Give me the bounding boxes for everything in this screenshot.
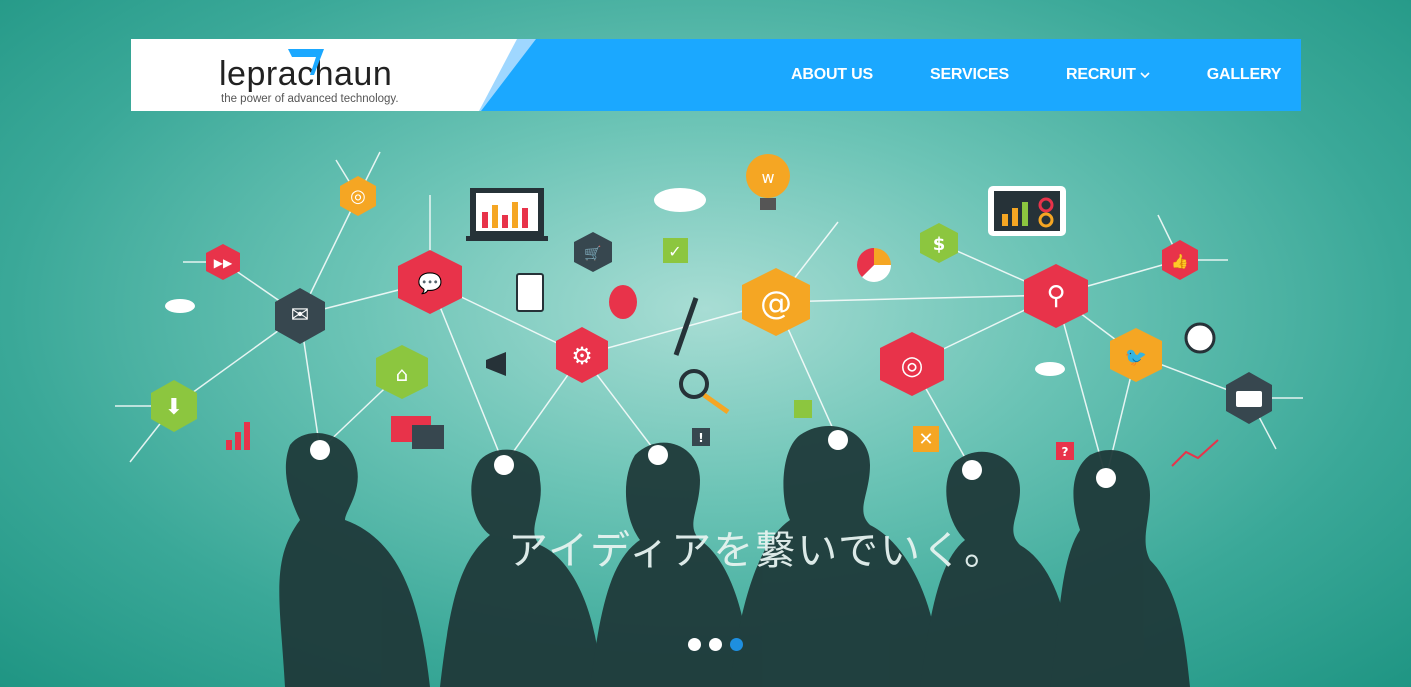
line-chart-icon — [1171, 439, 1219, 467]
svg-text:⌂: ⌂ — [396, 362, 409, 386]
svg-text:🛒: 🛒 — [584, 245, 601, 262]
signal-icon — [226, 422, 250, 450]
lightbulb-icon: w — [746, 154, 790, 210]
svg-text:🐦: 🐦 — [1125, 347, 1147, 368]
nav-services[interactable]: SERVICES — [930, 66, 1009, 84]
pen-icon — [673, 297, 699, 356]
svg-text:⚲: ⚲ — [1046, 281, 1065, 311]
balloon-icon — [609, 285, 637, 319]
svg-text:◎: ◎ — [901, 351, 924, 381]
svg-text:!: ! — [698, 431, 703, 445]
star-icon — [794, 400, 812, 418]
svg-text:⚙: ⚙ — [571, 342, 593, 370]
nav-about-us[interactable]: ABOUT US — [791, 66, 873, 84]
pie-chart-icon — [874, 248, 891, 265]
svg-text:?: ? — [1062, 445, 1069, 459]
svg-text:@: @ — [760, 284, 792, 322]
cloud-icon — [1035, 362, 1065, 376]
nav-recruit-label: RECRUIT — [1066, 66, 1136, 83]
svg-text:⬇: ⬇ — [165, 395, 183, 420]
site-header: leprachaun the power of advanced technol… — [131, 39, 1301, 111]
svg-text:w: w — [761, 168, 774, 187]
svg-text:✕: ✕ — [918, 429, 933, 450]
hero-headline: アイディアを繋いでいく。 — [508, 528, 1006, 574]
network-nodes: ⬇ ✉ ▶▶ ◎ 💬 ⌂ ⚙ 🛒 @ ◎ $ ⚲ 👍 🐦 — [151, 176, 1272, 432]
logo-mark-icon — [288, 49, 324, 75]
slider-dot-2[interactable] — [709, 638, 722, 651]
svg-text:💬: 💬 — [418, 271, 443, 295]
cloud-icon — [165, 299, 195, 313]
nav-gallery-label: GALLERY — [1206, 66, 1282, 83]
brand-tagline: the power of advanced technology. — [221, 93, 399, 105]
clock-icon — [1184, 322, 1216, 354]
slider-dot-1[interactable] — [688, 638, 701, 651]
nav-services-label: SERVICES — [929, 66, 1009, 83]
svg-text:▶▶: ▶▶ — [214, 256, 233, 270]
megaphone-icon — [486, 352, 506, 376]
magnifier-icon — [679, 369, 709, 399]
nav-recruit[interactable]: RECRUIT — [1066, 66, 1150, 84]
clipboard-icon — [516, 273, 544, 312]
nav-about-us-label: ABOUT US — [791, 66, 873, 83]
chevron-down-icon — [1140, 71, 1150, 78]
svg-text:✉: ✉ — [291, 303, 309, 328]
svg-text:◎: ◎ — [350, 186, 366, 207]
slider-pagination — [688, 638, 751, 651]
svg-text:👍: 👍 — [1171, 253, 1188, 270]
cloud-icon — [654, 188, 706, 212]
slider-dot-3[interactable] — [730, 638, 743, 651]
nav-gallery[interactable]: GALLERY — [1206, 66, 1282, 84]
main-nav: ABOUT US SERVICES RECRUIT GALLERY — [791, 39, 1281, 111]
svg-text:✓: ✓ — [668, 242, 681, 261]
svg-text:$: $ — [933, 234, 946, 255]
